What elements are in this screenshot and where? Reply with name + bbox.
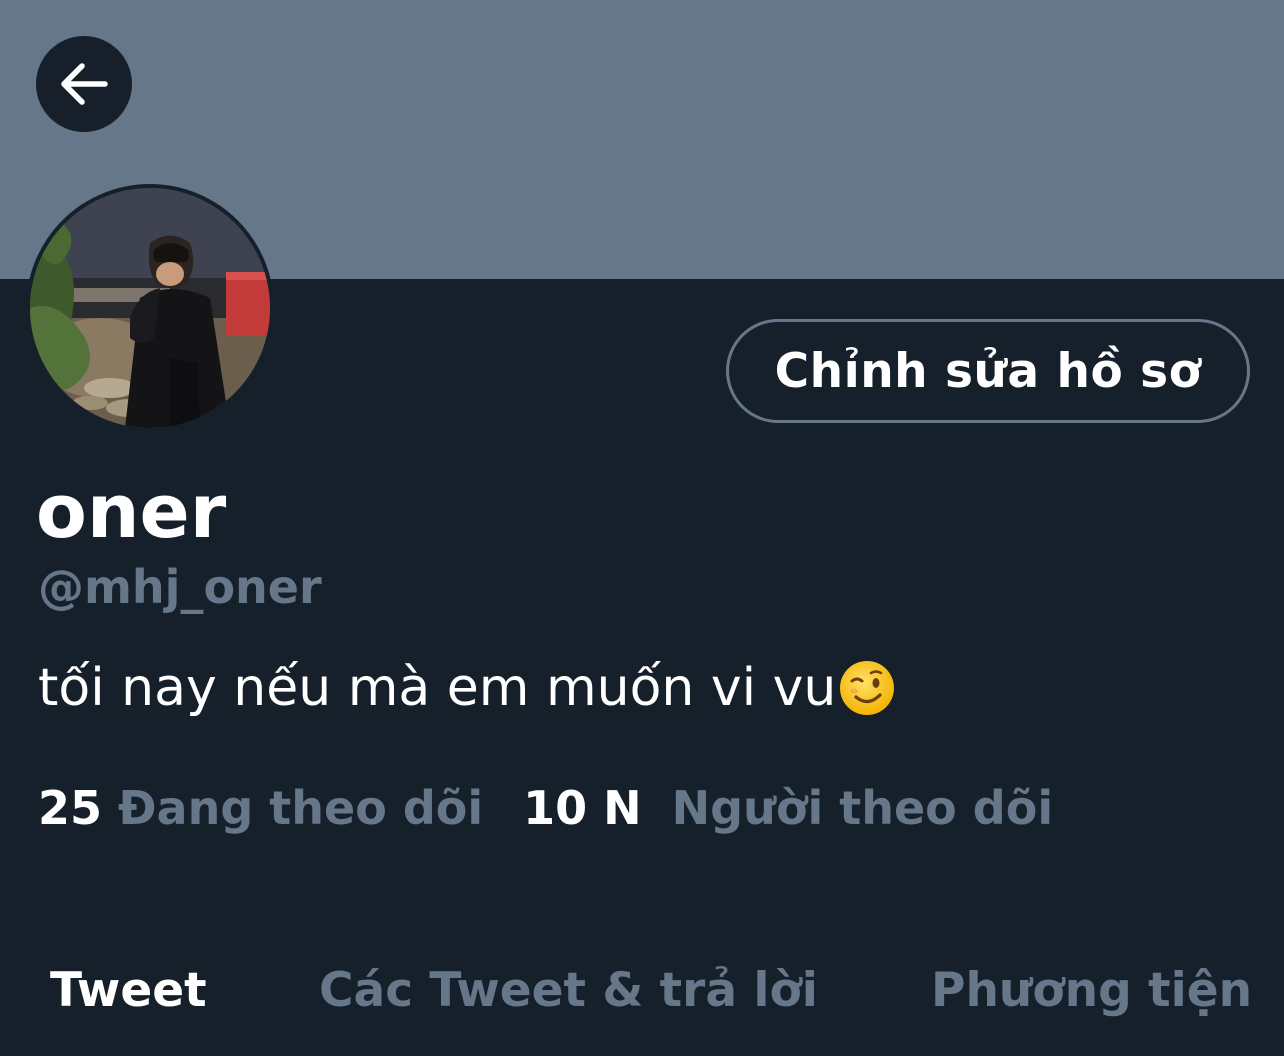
edit-profile-label: Chỉnh sửa hồ sơ (774, 343, 1202, 399)
followers-count: 10 N (523, 781, 642, 835)
profile-stats: 25 Đang theo dõi 10 N Người theo dõi (38, 778, 1053, 838)
winking-face-icon (838, 659, 896, 717)
followers-label: Người theo dõi (671, 781, 1054, 835)
profile-tabs: Tweet Các Tweet & trả lời Phương tiện (0, 950, 1284, 1030)
tab-tweets-and-replies[interactable]: Các Tweet & trả lời (319, 950, 818, 1030)
user-handle: @mhj_oner (38, 560, 322, 614)
bio-text: tối nay nếu mà em muốn vi vu (38, 658, 837, 718)
display-name: oner (36, 469, 227, 555)
following-count: 25 (38, 781, 103, 835)
avatar-frame (26, 184, 274, 432)
followers-stat[interactable]: 10 N Người theo dõi (523, 781, 1053, 835)
arrow-left-icon (58, 62, 110, 106)
profile-page: Chỉnh sửa hồ sơ oner @mhj_oner tối nay n… (0, 0, 1284, 1056)
following-stat[interactable]: 25 Đang theo dõi (38, 781, 483, 835)
edit-profile-button[interactable]: Chỉnh sửa hồ sơ (726, 319, 1250, 423)
avatar[interactable] (30, 188, 270, 428)
following-label: Đang theo dõi (118, 781, 484, 835)
profile-bio: tối nay nếu mà em muốn vi vu (38, 657, 896, 719)
back-button[interactable] (36, 36, 132, 132)
tab-media[interactable]: Phương tiện (931, 950, 1252, 1030)
tab-tweets[interactable]: Tweet (50, 950, 207, 1030)
